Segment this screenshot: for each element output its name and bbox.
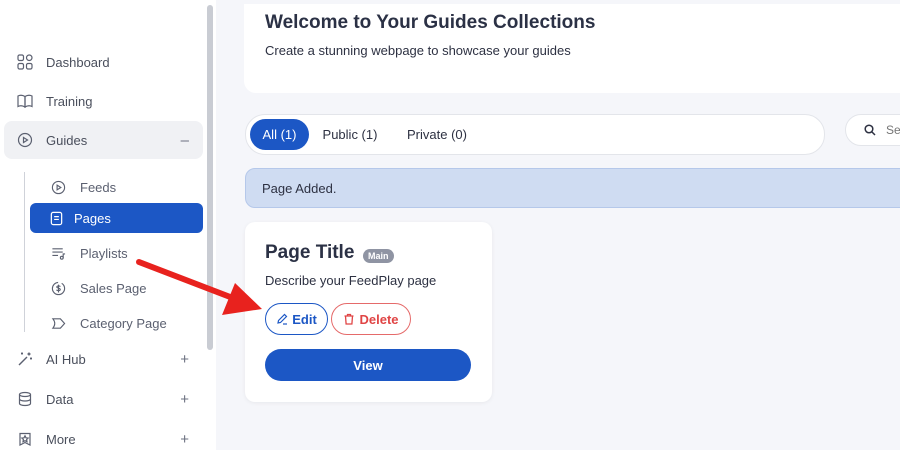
sidebar: Dashboard Training Guides – Feeds Pages … <box>0 0 216 450</box>
sidebar-subitem-category-page[interactable]: Category Page <box>30 308 203 338</box>
search-box <box>845 114 900 146</box>
page-title: Welcome to Your Guides Collections <box>265 12 596 33</box>
dollar-icon <box>50 280 66 296</box>
expand-toggle[interactable]: + <box>180 431 189 448</box>
trash-icon <box>343 313 355 325</box>
search-input[interactable] <box>886 123 900 137</box>
playlist-icon <box>50 245 66 261</box>
alert-message: Page Added. <box>262 180 337 196</box>
sidebar-item-label: AI Hub <box>46 351 86 367</box>
sidebar-subitem-label: Category Page <box>80 315 167 331</box>
pencil-icon <box>276 313 288 325</box>
document-icon <box>48 210 64 226</box>
sidebar-item-label: Dashboard <box>46 54 110 70</box>
star-box-icon <box>16 430 34 448</box>
sidebar-item-dashboard[interactable]: Dashboard <box>4 43 203 81</box>
edit-button[interactable]: Edit <box>265 303 328 335</box>
edit-button-label: Edit <box>292 311 317 327</box>
book-open-icon <box>16 92 34 110</box>
sidebar-item-training[interactable]: Training <box>4 82 203 120</box>
page-card-title: Page Title <box>265 242 355 263</box>
main-badge: Main <box>363 249 394 263</box>
expand-toggle[interactable]: + <box>180 391 189 408</box>
play-circle-icon <box>50 179 66 195</box>
grid-icon <box>16 53 34 71</box>
tab-public[interactable]: Public (1) <box>313 119 387 150</box>
sidebar-subitem-label: Pages <box>74 210 111 226</box>
sidebar-item-label: Guides <box>46 132 88 148</box>
magic-wand-icon <box>16 350 34 368</box>
sidebar-item-more[interactable]: More + <box>4 420 203 450</box>
tag-icon <box>50 315 66 331</box>
submenu-guide-line <box>24 172 25 332</box>
page-subtitle: Create a stunning webpage to showcase yo… <box>265 43 571 58</box>
delete-button-label: Delete <box>359 311 399 327</box>
database-icon <box>16 390 34 408</box>
sidebar-subitem-label: Feeds <box>80 179 117 195</box>
search-icon <box>864 124 876 136</box>
sidebar-item-label: Training <box>46 93 93 109</box>
expand-toggle[interactable]: + <box>180 351 189 368</box>
sidebar-subitem-pages[interactable]: Pages <box>30 203 203 233</box>
sidebar-item-guides[interactable]: Guides – <box>4 121 203 159</box>
sidebar-item-label: More <box>46 431 76 447</box>
sidebar-subitem-feeds[interactable]: Feeds <box>30 172 203 202</box>
sidebar-item-data[interactable]: Data + <box>4 380 203 418</box>
sidebar-subitem-sales-page[interactable]: Sales Page <box>30 273 203 303</box>
success-alert: Page Added. <box>245 168 900 208</box>
sidebar-item-label: Data <box>46 391 74 407</box>
tab-private[interactable]: Private (0) <box>395 119 479 150</box>
collapse-toggle[interactable]: – <box>181 132 189 149</box>
tab-all[interactable]: All (1) <box>250 119 309 150</box>
view-button[interactable]: View <box>265 349 471 381</box>
play-circle-icon <box>16 131 34 149</box>
delete-button[interactable]: Delete <box>331 303 411 335</box>
sidebar-subitem-label: Playlists <box>80 245 128 261</box>
sidebar-scrollbar[interactable] <box>207 5 213 350</box>
page-card-description: Describe your FeedPlay page <box>265 273 437 288</box>
sidebar-item-ai-hub[interactable]: AI Hub + <box>4 340 203 378</box>
sidebar-subitem-playlists[interactable]: Playlists <box>30 238 203 268</box>
sidebar-subitem-label: Sales Page <box>80 280 147 296</box>
